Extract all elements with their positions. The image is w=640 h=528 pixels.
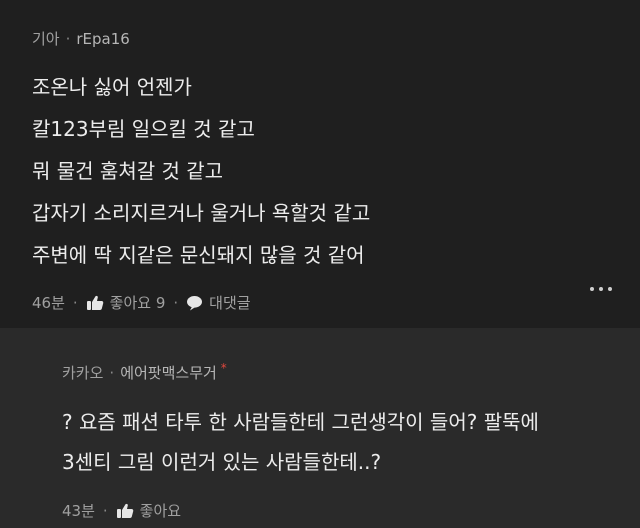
comment-time: 46분 bbox=[32, 294, 65, 312]
separator-dot: · bbox=[109, 363, 115, 382]
thumbs-up-icon[interactable] bbox=[86, 295, 104, 311]
comment-line: 조온나 싫어 언젠가 bbox=[32, 75, 192, 99]
like-button[interactable]: 좋아요 9 bbox=[110, 292, 166, 313]
separator-dot: · bbox=[72, 293, 78, 312]
dot bbox=[599, 287, 603, 291]
like-button[interactable]: 좋아요 bbox=[140, 500, 181, 521]
comment-line: 갑자기 소리지르거나 울거나 욕할것 같고 bbox=[32, 201, 371, 225]
separator-dot: · bbox=[102, 501, 108, 520]
reply-comment: 카카오 · 에어팟맥스무거 * ? 요즘 패션 타투 한 사람들한테 그런생각이… bbox=[0, 328, 640, 528]
comment-line: 3센티 그림 이런거 있는 사람들한테..? bbox=[62, 450, 382, 474]
comment-line: 뭐 물건 훔쳐갈 것 같고 bbox=[32, 159, 224, 183]
separator-dot: · bbox=[173, 293, 179, 312]
comment-footer: 46분 · 좋아요 9 · 대댓글 bbox=[32, 292, 640, 313]
comment-line: 칼123부림 일으킬 것 같고 bbox=[32, 117, 255, 141]
comment-time: 43분 bbox=[62, 502, 95, 520]
dot bbox=[608, 287, 612, 291]
comment-meta: 카카오 · 에어팟맥스무거 * bbox=[62, 360, 640, 383]
comment-body: 조온나 싫어 언젠가 칼123부림 일으킬 것 같고 뭐 물건 훔쳐갈 것 같고… bbox=[32, 66, 640, 276]
dot bbox=[590, 287, 594, 291]
reply-button[interactable]: 대댓글 bbox=[209, 292, 250, 313]
comment-meta: 기아 · rEpa16 bbox=[32, 28, 640, 49]
author-badge: * bbox=[220, 360, 227, 375]
author-name[interactable]: rEpa16 bbox=[76, 30, 129, 48]
more-options-icon[interactable] bbox=[590, 287, 612, 291]
author-prefix: 카카오 bbox=[62, 364, 104, 382]
comment-line: 주변에 딱 지같은 문신돼지 많을 것 같어 bbox=[32, 243, 365, 267]
thumbs-up-icon[interactable] bbox=[116, 503, 134, 519]
author-name[interactable]: 에어팟맥스무거 bbox=[120, 362, 217, 383]
speech-bubble-icon[interactable] bbox=[186, 295, 203, 311]
comment: 기아 · rEpa16 조온나 싫어 언젠가 칼123부림 일으킬 것 같고 뭐… bbox=[0, 0, 640, 328]
author-prefix: 기아 bbox=[32, 30, 60, 48]
comment-footer: 43분 · 좋아요 bbox=[62, 500, 640, 521]
separator-dot: · bbox=[65, 29, 71, 48]
comment-line: ? 요즘 패션 타투 한 사람들한테 그런생각이 들어? 팔뚝에 bbox=[62, 410, 539, 434]
comment-body: ? 요즘 패션 타투 한 사람들한테 그런생각이 들어? 팔뚝에 3센티 그림 … bbox=[62, 402, 640, 482]
